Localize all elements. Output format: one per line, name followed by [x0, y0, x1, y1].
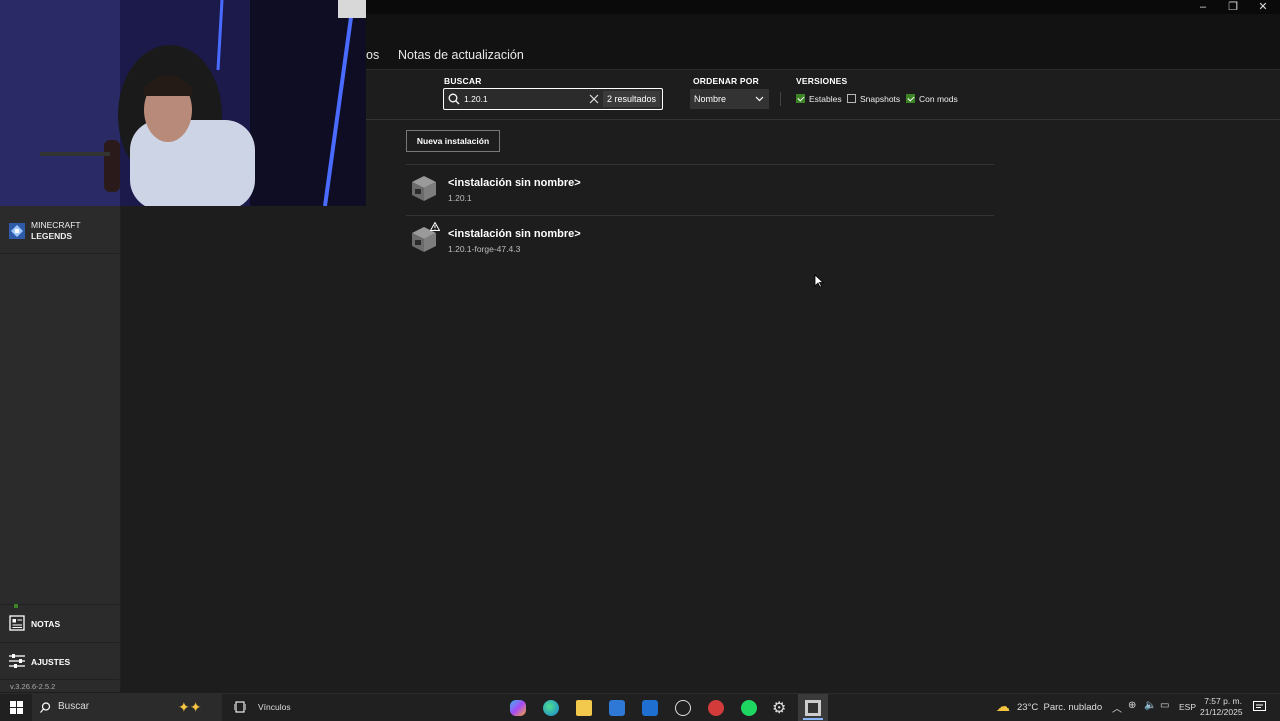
settings-gear-icon[interactable]: ⚙ [772, 698, 786, 718]
webcam-image [0, 0, 366, 206]
store-icon[interactable] [609, 700, 625, 716]
sidebar-item-settings[interactable]: AJUSTES [0, 643, 119, 680]
modded-checkbox[interactable] [906, 94, 915, 103]
file-explorer-icon[interactable] [576, 700, 592, 716]
copilot-icon[interactable] [510, 700, 526, 716]
clock[interactable]: 7:57 p. m. 21/12/2025 [1200, 696, 1243, 718]
sort-label: ORDENAR POR [693, 76, 759, 86]
app-icon[interactable] [708, 700, 724, 716]
legends-label: MINECRAFT LEGENDS [31, 220, 81, 241]
clock-time: 7:57 p. m. [1204, 696, 1242, 706]
warning-icon [430, 222, 440, 231]
taskbar-search-label: Buscar [58, 701, 90, 712]
installation-name: <instalación sin nombre> [448, 177, 581, 189]
minecraft-legends-icon [9, 223, 25, 239]
furnace-icon [412, 176, 436, 201]
taskbar-links[interactable]: Vínculos [258, 702, 291, 712]
webcam-overlay [0, 0, 366, 206]
task-view-icon[interactable] [234, 701, 246, 713]
restore-button[interactable]: ❐ [1218, 0, 1248, 14]
divider [780, 92, 781, 106]
notes-label: NOTAS [31, 619, 61, 629]
spotify-icon[interactable] [741, 700, 757, 716]
chevron-down-icon [755, 96, 764, 102]
installation-version: 1.20.1 [448, 193, 472, 203]
search-box[interactable]: 2 resultados [443, 88, 663, 110]
settings-sliders-icon [9, 654, 25, 668]
search-label: BUSCAR [444, 76, 482, 86]
clear-search-icon[interactable] [589, 94, 599, 104]
minecraft-icon [805, 700, 821, 716]
sidebar-item-minecraft-legends[interactable]: MINECRAFT LEGENDS [0, 213, 119, 254]
settings-label: AJUSTES [31, 657, 71, 667]
notes-icon [9, 615, 25, 631]
tray-icon[interactable]: ⊕ [1128, 700, 1136, 711]
stable-checkbox[interactable] [796, 94, 805, 103]
installation-version: 1.20.1-forge-47.4.3 [448, 244, 521, 254]
snapshots-checkbox[interactable] [847, 94, 856, 103]
windows-start-icon[interactable] [10, 701, 23, 714]
sidebar-item-notes[interactable]: NOTAS [0, 604, 119, 643]
weather-icon: ☁ [996, 698, 1010, 714]
minimize-button[interactable]: – [1188, 0, 1218, 14]
weather-text[interactable]: 23°C Parc. nublado [1017, 702, 1102, 713]
installation-row[interactable]: <instalación sin nombre> 1.20.1-forge-47… [406, 216, 994, 266]
search-icon [448, 93, 460, 105]
installation-name: <instalación sin nombre> [448, 228, 581, 240]
results-count-badge: 2 resultados [602, 91, 660, 107]
language-indicator[interactable]: ESP [1179, 702, 1196, 712]
mouse-cursor-icon [814, 274, 824, 288]
sort-value: Nombre [694, 94, 727, 104]
outlook-icon[interactable] [642, 700, 658, 716]
clock-date: 21/12/2025 [1200, 707, 1243, 717]
launcher-version: v.3.26.6-2.5.2 [10, 682, 56, 691]
notification-dot [14, 604, 18, 608]
search-icon [40, 702, 51, 713]
tab-patch-notes[interactable]: Notas de actualización [398, 48, 524, 62]
stable-checkbox-label: Estables [809, 94, 842, 104]
taskbar: Buscar ✦✦ Vínculos ⚙ ☁ 23°C Parc. nublad… [0, 693, 1280, 721]
installation-row[interactable]: <instalación sin nombre> 1.20.1 [406, 165, 994, 215]
snapshots-checkbox-label: Snapshots [860, 94, 901, 104]
taskbar-search[interactable]: Buscar ✦✦ [32, 694, 222, 721]
sidebar: MINECRAFT LEGENDS NOTAS AJUSTES v.3.26.6… [0, 206, 121, 692]
notifications-icon[interactable] [1253, 701, 1266, 713]
new-installation-button[interactable]: Nueva instalación [406, 130, 500, 152]
search-input[interactable] [464, 92, 589, 106]
minecraft-launcher-taskbar-item[interactable] [798, 694, 828, 721]
chevron-up-icon[interactable]: ︿ [1112, 700, 1122, 715]
sort-select[interactable]: Nombre [690, 89, 769, 109]
close-button[interactable]: ✕ [1248, 0, 1278, 14]
sparkle-icon: ✦✦ [178, 699, 202, 715]
chatgpt-icon[interactable] [675, 700, 691, 716]
modded-checkbox-label: Con mods [919, 94, 958, 104]
tab-partial[interactable]: os [366, 48, 379, 62]
versions-label: VERSIONES [796, 76, 848, 86]
network-icon[interactable]: ▭ [1160, 700, 1169, 711]
volume-icon[interactable]: 🔈 [1144, 700, 1156, 711]
edge-browser-icon[interactable] [543, 700, 559, 716]
